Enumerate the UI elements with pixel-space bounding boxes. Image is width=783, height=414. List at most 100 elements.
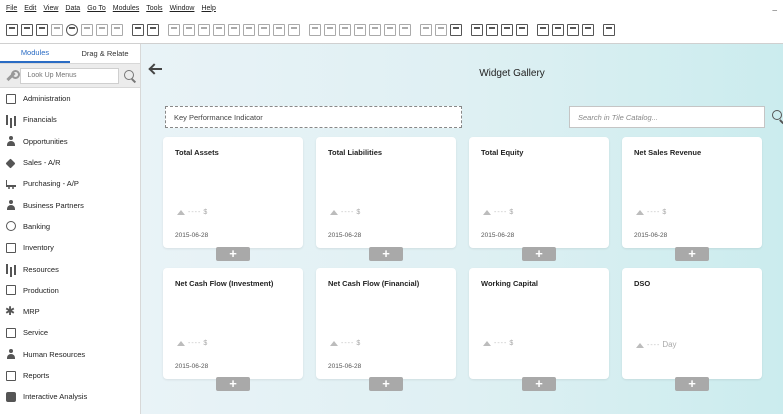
menu-modules[interactable]: Modules xyxy=(113,5,139,12)
menu-file[interactable]: File xyxy=(6,5,17,12)
query-icon[interactable] xyxy=(552,23,564,36)
sidebar-item-business-partners[interactable]: Business Partners xyxy=(0,194,140,215)
category-dropdown[interactable]: Key Performance Indicator xyxy=(165,106,462,128)
wrench-icon[interactable] xyxy=(4,69,21,83)
sidebar-item-mrp[interactable]: MRP xyxy=(0,301,140,322)
table-icon[interactable] xyxy=(501,23,513,36)
sms-icon[interactable] xyxy=(51,23,63,36)
tile-date: 2015-06-28 xyxy=(175,363,209,370)
tile-card[interactable]: Net Cash Flow (Investment) ---- $ 2015-06… xyxy=(163,268,303,379)
exchange-rate-icon[interactable] xyxy=(399,23,411,36)
gross-profit-icon[interactable] xyxy=(339,23,351,36)
print-icon[interactable] xyxy=(21,23,33,36)
add-tile-button[interactable]: + xyxy=(216,247,250,261)
add-tile-button[interactable]: + xyxy=(369,377,403,391)
sidebar-item-label: Banking xyxy=(23,221,51,231)
settings-icon[interactable] xyxy=(435,23,447,36)
edit-form-icon[interactable] xyxy=(567,23,579,36)
org-chart-icon[interactable] xyxy=(516,23,528,36)
add-tile-button[interactable]: + xyxy=(369,247,403,261)
export-word-icon[interactable] xyxy=(96,23,108,36)
menu-window[interactable]: Window xyxy=(170,5,195,12)
tile-search-input[interactable]: Search in Tile Catalog... xyxy=(569,106,765,128)
next-record-icon[interactable] xyxy=(228,23,240,36)
payment-means-icon[interactable] xyxy=(354,23,366,36)
sales-icon xyxy=(6,158,16,168)
menu-view[interactable]: View xyxy=(43,5,58,12)
volume-weight-icon[interactable] xyxy=(384,23,396,36)
tile-value: ---- xyxy=(188,209,202,216)
menu-edit[interactable]: Edit xyxy=(24,5,36,12)
find-icon[interactable] xyxy=(168,23,180,36)
menu-goto[interactable]: Go To xyxy=(87,5,106,12)
help-icon[interactable] xyxy=(603,23,615,36)
add-tile-button[interactable]: + xyxy=(522,247,556,261)
menu-help[interactable]: Help xyxy=(201,5,215,12)
browser-icon[interactable] xyxy=(66,23,78,36)
trend-up-icon xyxy=(483,341,491,346)
previous-record-icon[interactable] xyxy=(213,23,225,36)
lock-layout-icon[interactable] xyxy=(147,23,159,36)
mrp-icon xyxy=(5,304,16,318)
tile-title: Total Liabilities xyxy=(328,148,383,157)
sidebar-item-inventory[interactable]: Inventory xyxy=(0,237,140,258)
add-icon[interactable] xyxy=(183,23,195,36)
tile-value: ---- xyxy=(341,340,355,347)
sidebar-item-sales[interactable]: Sales - A/R xyxy=(0,152,140,173)
first-record-icon[interactable] xyxy=(198,23,210,36)
tile-card[interactable]: Net Sales Revenue ---- $ 2015-06-28 xyxy=(622,137,762,248)
sidebar-item-financials[interactable]: Financials xyxy=(0,109,140,130)
calendar-icon[interactable] xyxy=(471,23,483,36)
filter-icon[interactable] xyxy=(273,23,285,36)
tile-card[interactable]: DSO ---- Day xyxy=(622,268,762,379)
add-tile-button[interactable]: + xyxy=(522,377,556,391)
freight-icon[interactable] xyxy=(369,23,381,36)
export-excel-icon[interactable] xyxy=(81,23,93,36)
sidebar-item-reports[interactable]: Reports xyxy=(0,365,140,386)
sidebar-item-interactive-analysis[interactable]: Interactive Analysis xyxy=(0,386,140,407)
search-icon[interactable] xyxy=(123,69,136,82)
export-pdf-icon[interactable] xyxy=(111,23,123,36)
sort-icon[interactable] xyxy=(288,23,300,36)
preview-icon[interactable] xyxy=(6,23,18,36)
sidebar-item-administration[interactable]: Administration xyxy=(0,88,140,109)
email-icon[interactable] xyxy=(36,23,48,36)
layout-designer-icon[interactable] xyxy=(537,23,549,36)
menu-tools[interactable]: Tools xyxy=(146,5,162,12)
sidebar-item-service[interactable]: Service xyxy=(0,322,140,343)
tile-card[interactable]: Total Assets ---- $ 2015-06-28 xyxy=(163,137,303,248)
search-icon[interactable] xyxy=(772,110,783,122)
sidebar-item-banking[interactable]: Banking xyxy=(0,216,140,237)
refresh-icon[interactable] xyxy=(258,23,270,36)
last-record-icon[interactable] xyxy=(243,23,255,36)
tile-card[interactable]: Net Cash Flow (Financial) ---- $ 2015-06-… xyxy=(316,268,456,379)
add-tile-button[interactable]: + xyxy=(675,247,709,261)
tab-modules[interactable]: Modules xyxy=(0,44,70,63)
move-icon[interactable] xyxy=(132,23,144,36)
document-icon[interactable] xyxy=(582,23,594,36)
sidebar-item-purchasing[interactable]: Purchasing - A/P xyxy=(0,173,140,194)
menu-data[interactable]: Data xyxy=(65,5,80,12)
alerts-icon[interactable] xyxy=(486,23,498,36)
tile-card[interactable]: Working Capital ---- $ xyxy=(469,268,609,379)
messages-icon[interactable] xyxy=(450,23,462,36)
purchasing-icon xyxy=(6,179,16,189)
target-document-icon[interactable] xyxy=(324,23,336,36)
tile-card[interactable]: Total Equity ---- $ 2015-06-28 xyxy=(469,137,609,248)
add-tile-button[interactable]: + xyxy=(216,377,250,391)
tile-trend: ---- $ xyxy=(177,209,207,216)
sidebar-item-opportunities[interactable]: Opportunities xyxy=(0,131,140,152)
tile-title: Net Cash Flow (Financial) xyxy=(328,279,420,288)
sidebar-item-human-resources[interactable]: Human Resources xyxy=(0,344,140,365)
menu-search-input[interactable] xyxy=(20,67,120,84)
trend-up-icon xyxy=(636,210,644,215)
tab-drag-relate[interactable]: Drag & Relate xyxy=(70,44,140,63)
banking-icon xyxy=(6,221,16,232)
sidebar-item-resources[interactable]: Resources xyxy=(0,258,140,279)
sidebar-item-production[interactable]: Production xyxy=(0,280,140,301)
base-document-icon[interactable] xyxy=(309,23,321,36)
minimize-button[interactable]: _ xyxy=(773,2,777,11)
add-tile-button[interactable]: + xyxy=(675,377,709,391)
journal-icon[interactable] xyxy=(420,23,432,36)
tile-card[interactable]: Total Liabilities ---- $ 2015-06-28 xyxy=(316,137,456,248)
